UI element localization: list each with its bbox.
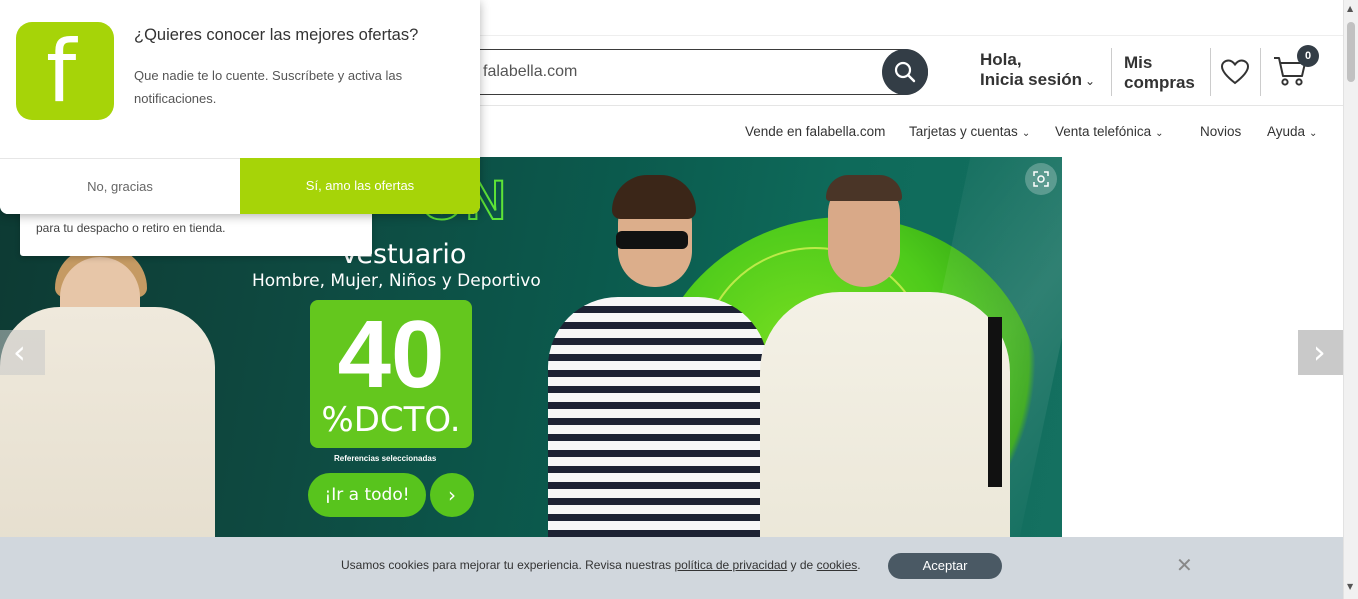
discount-label: %DCTO. — [321, 400, 461, 440]
divider — [1210, 48, 1211, 96]
visual-search-button[interactable] — [1025, 163, 1057, 195]
scroll-thumb[interactable] — [1347, 22, 1355, 82]
wishlist-button[interactable] — [1220, 58, 1250, 90]
decline-notifications-button[interactable]: No, gracias — [0, 158, 240, 214]
divider — [1260, 48, 1261, 96]
falabella-logo: f — [16, 22, 114, 122]
logo-letter: f — [46, 22, 77, 122]
chevron-down-icon: ⌄ — [1085, 74, 1096, 88]
cookie-banner: Usamos cookies para mejorar tu experienc… — [0, 537, 1343, 599]
nav-help-menu[interactable]: Ayuda ⌄ — [1267, 124, 1317, 139]
page-scrollbar[interactable]: ▲ ▼ — [1343, 0, 1358, 599]
see-all-arrow-button[interactable]: › — [430, 473, 474, 517]
chevron-left-icon: ‹ — [13, 333, 26, 371]
search-button[interactable] — [882, 49, 928, 95]
privacy-policy-link[interactable]: política de privacidad — [674, 558, 787, 572]
heart-icon — [1220, 59, 1250, 85]
chevron-right-icon: › — [1313, 333, 1326, 371]
discount-badge: 40 %DCTO. — [310, 300, 472, 448]
nav-item-label: Ayuda — [1267, 124, 1306, 139]
nav-wedding-link[interactable]: Novios — [1200, 124, 1241, 139]
cookie-text: Usamos cookies para mejorar tu experienc… — [341, 558, 675, 572]
close-icon[interactable]: ✕ — [1176, 555, 1193, 575]
carousel-prev-button[interactable]: ‹ — [0, 330, 45, 375]
search-input[interactable]: r en falabella.com — [420, 49, 928, 95]
nav-item-label: Vende en falabella.com — [745, 124, 886, 139]
login-greeting: Hola, — [980, 50, 1022, 69]
location-tooltip-text: para tu despacho o retiro en tienda. — [36, 221, 226, 235]
model-man-cream-sweatshirt — [760, 292, 1010, 537]
model-man-hair — [826, 175, 902, 201]
notification-body: Que nadie te lo cuente. Suscríbete y act… — [134, 68, 403, 106]
scroll-down-icon[interactable]: ▼ — [1347, 582, 1353, 591]
cookie-text: . — [857, 558, 861, 572]
banner-fine-print: Referencias seleccionadas — [334, 454, 437, 463]
cart-count-badge: 0 — [1297, 45, 1319, 67]
notification-title: ¿Quieres conocer las mejores ofertas? — [134, 26, 419, 44]
nav-sell-link[interactable]: Vende en falabella.com — [745, 124, 885, 139]
scroll-up-icon[interactable]: ▲ — [1347, 4, 1353, 13]
cookies-policy-link[interactable]: cookies — [817, 558, 858, 572]
accept-cookies-button[interactable]: Aceptar — [888, 553, 1002, 579]
camera-search-icon — [1033, 171, 1049, 187]
my-purchases-link[interactable]: Mis compras — [1124, 53, 1195, 93]
login-action: Inicia sesión — [980, 70, 1083, 89]
accept-notifications-button[interactable]: Sí, amo las ofertas — [240, 158, 480, 214]
notification-prompt: f ¿Quieres conocer las mejores ofertas? … — [0, 0, 480, 214]
chevron-down-icon: ⌄ — [1309, 128, 1318, 139]
carousel-next-button[interactable]: › — [1298, 330, 1343, 375]
sunglasses — [616, 231, 688, 249]
model-man-hair — [612, 175, 696, 219]
cookie-text: y de — [787, 558, 817, 572]
sleeve-stripe — [988, 317, 1002, 487]
divider — [1111, 48, 1112, 96]
nav-item-label: Tarjetas y cuentas — [909, 124, 1018, 139]
login-menu[interactable]: Hola, Inicia sesión ⌄ — [980, 50, 1095, 90]
purchases-line1: Mis — [1124, 53, 1153, 72]
search-icon — [894, 61, 916, 83]
chevron-down-icon: ⌄ — [1155, 128, 1164, 139]
banner-subtitle: Hombre, Mujer, Niños y Deportivo — [252, 271, 541, 291]
nav-cards-menu[interactable]: Tarjetas y cuentas ⌄ — [909, 124, 1030, 139]
discount-number: 40 — [337, 301, 445, 408]
nav-item-label: Novios — [1200, 124, 1242, 139]
purchases-line2: compras — [1124, 73, 1195, 92]
chevron-down-icon: ⌄ — [1021, 128, 1031, 139]
cookie-message: Usamos cookies para mejorar tu experienc… — [341, 558, 861, 572]
nav-item-label: Venta telefónica — [1055, 124, 1152, 139]
see-all-button[interactable]: ¡Ir a todo! — [308, 473, 426, 517]
nav-phone-sales-menu[interactable]: Venta telefónica ⌄ — [1055, 124, 1163, 139]
model-man-striped-sweater — [548, 297, 768, 537]
